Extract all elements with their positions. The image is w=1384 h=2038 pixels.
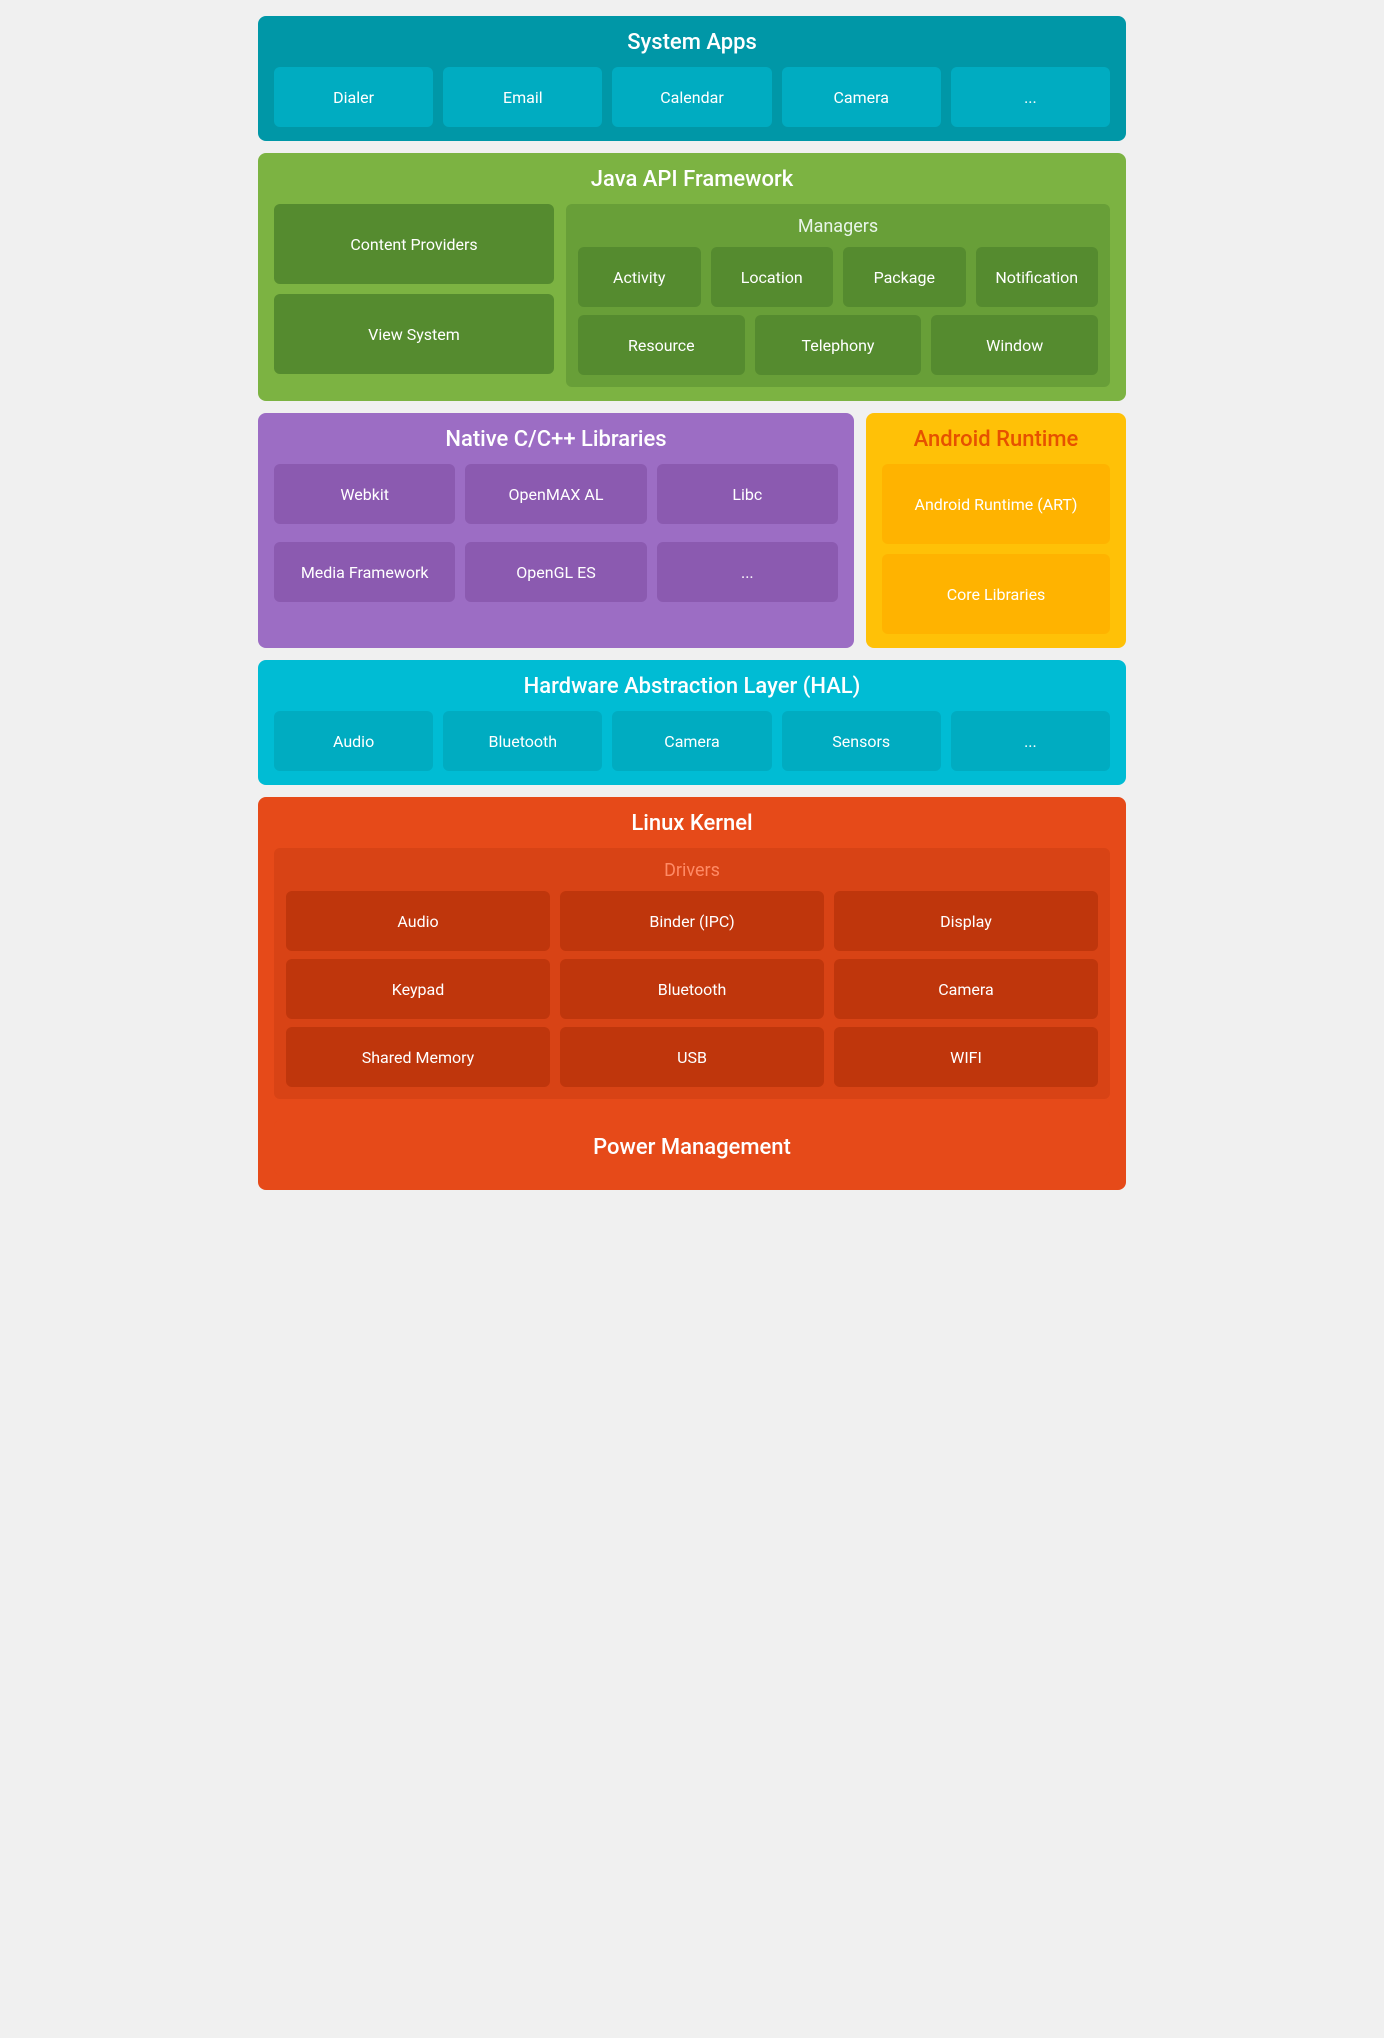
java-api-content: Content Providers View System Managers A… [274,204,1110,387]
tile-driver-usb: USB [560,1027,824,1087]
native-layer: Native C/C++ Libraries Webkit OpenMAX AL… [258,413,854,648]
tile-more: ... [951,67,1110,127]
linux-kernel-title: Linux Kernel [274,811,1110,836]
java-api-managers: Managers Activity Location Package Notif… [566,204,1110,387]
tile-calendar: Calendar [612,67,771,127]
tile-content-providers: Content Providers [274,204,554,284]
tile-email: Email [443,67,602,127]
native-row1: Webkit OpenMAX AL Libc [274,464,838,524]
hal-layer: Hardware Abstraction Layer (HAL) Audio B… [258,660,1126,785]
drivers-section: Drivers Audio Binder (IPC) Display Keypa… [274,848,1110,1099]
tile-native-more: ... [657,542,838,602]
android-runtime-title: Android Runtime [882,427,1110,452]
tile-resource: Resource [578,315,745,375]
tile-hal-camera: Camera [612,711,771,771]
tile-activity: Activity [578,247,701,307]
managers-title: Managers [578,216,1098,237]
tile-openmax: OpenMAX AL [465,464,646,524]
tile-core-libraries: Core Libraries [882,554,1110,634]
tile-driver-audio: Audio [286,891,550,951]
hal-tiles: Audio Bluetooth Camera Sensors ... [274,711,1110,771]
tile-art: Android Runtime (ART) [882,464,1110,544]
java-api-left: Content Providers View System [274,204,554,387]
tile-hal-audio: Audio [274,711,433,771]
linux-kernel-layer: Linux Kernel Drivers Audio Binder (IPC) … [258,797,1126,1190]
tile-dialer: Dialer [274,67,433,127]
drivers-row1: Audio Binder (IPC) Display [286,891,1098,951]
tile-telephony: Telephony [755,315,922,375]
tile-package: Package [843,247,966,307]
power-management-title: Power Management [290,1135,1094,1160]
java-api-title: Java API Framework [274,167,1110,192]
system-apps-tiles: Dialer Email Calendar Camera ... [274,67,1110,127]
tile-window: Window [931,315,1098,375]
native-row2: Media Framework OpenGL ES ... [274,542,838,602]
tile-driver-shared-memory: Shared Memory [286,1027,550,1087]
drivers-title: Drivers [286,860,1098,881]
tile-driver-camera: Camera [834,959,1098,1019]
system-apps-layer: System Apps Dialer Email Calendar Camera… [258,16,1126,141]
android-runtime-layer: Android Runtime Android Runtime (ART) Co… [866,413,1126,648]
tile-hal-sensors: Sensors [782,711,941,771]
hal-title: Hardware Abstraction Layer (HAL) [274,674,1110,699]
tile-driver-bluetooth: Bluetooth [560,959,824,1019]
tile-driver-wifi: WIFI [834,1027,1098,1087]
tile-notification: Notification [976,247,1099,307]
system-apps-title: System Apps [274,30,1110,55]
tile-view-system: View System [274,294,554,374]
tile-opengl: OpenGL ES [465,542,646,602]
tile-libc: Libc [657,464,838,524]
native-title: Native C/C++ Libraries [274,427,838,452]
managers-row1: Activity Location Package Notification [578,247,1098,307]
tile-driver-display: Display [834,891,1098,951]
tile-hal-bluetooth: Bluetooth [443,711,602,771]
native-runtime-row: Native C/C++ Libraries Webkit OpenMAX AL… [258,413,1126,648]
tile-webkit: Webkit [274,464,455,524]
android-architecture-diagram: System Apps Dialer Email Calendar Camera… [242,0,1142,1206]
tile-driver-binder: Binder (IPC) [560,891,824,951]
tile-camera: Camera [782,67,941,127]
tile-hal-more: ... [951,711,1110,771]
tile-location: Location [711,247,834,307]
java-api-layer: Java API Framework Content Providers Vie… [258,153,1126,401]
tile-driver-keypad: Keypad [286,959,550,1019]
native-grid: Webkit OpenMAX AL Libc Media Framework O… [274,464,838,602]
power-management-section: Power Management [274,1119,1110,1176]
managers-row2: Resource Telephony Window [578,315,1098,375]
drivers-row3: Shared Memory USB WIFI [286,1027,1098,1087]
tile-media-framework: Media Framework [274,542,455,602]
drivers-row2: Keypad Bluetooth Camera [286,959,1098,1019]
android-runtime-tiles: Android Runtime (ART) Core Libraries [882,464,1110,634]
